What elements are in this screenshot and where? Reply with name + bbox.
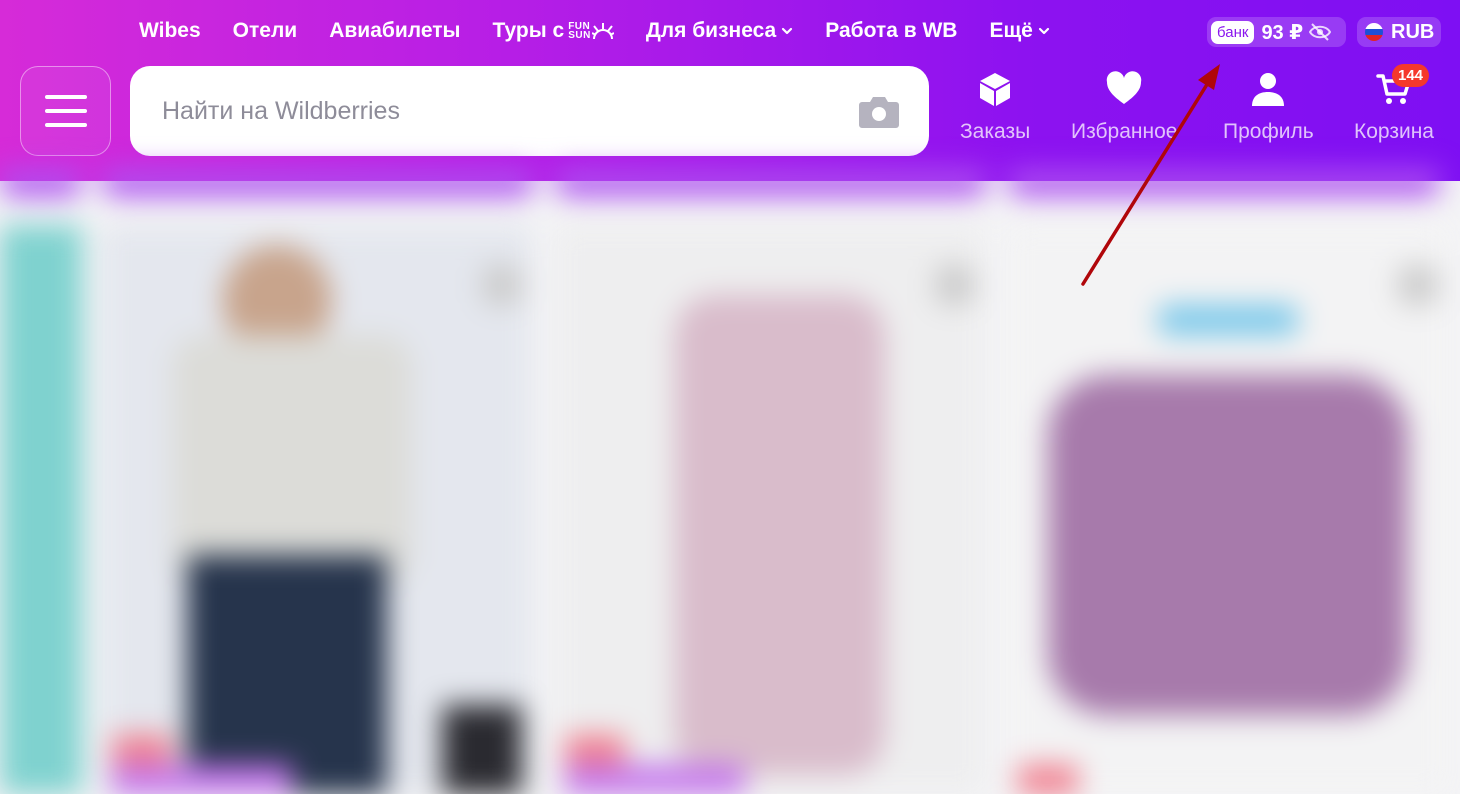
category-tab[interactable] — [555, 170, 987, 196]
category-tab[interactable] — [0, 170, 82, 196]
product-card[interactable] — [555, 225, 985, 794]
product-card[interactable] — [102, 225, 532, 794]
product-card[interactable] — [1008, 225, 1448, 794]
category-tab[interactable] — [102, 170, 534, 196]
blurred-layer — [0, 0, 1460, 794]
page: Wibes Отели Авиабилеты Туры с FUN SUN Дл… — [0, 0, 1460, 794]
product-card[interactable] — [0, 225, 82, 794]
category-tab[interactable] — [1008, 170, 1440, 196]
product-feed-blurred — [0, 170, 1460, 794]
